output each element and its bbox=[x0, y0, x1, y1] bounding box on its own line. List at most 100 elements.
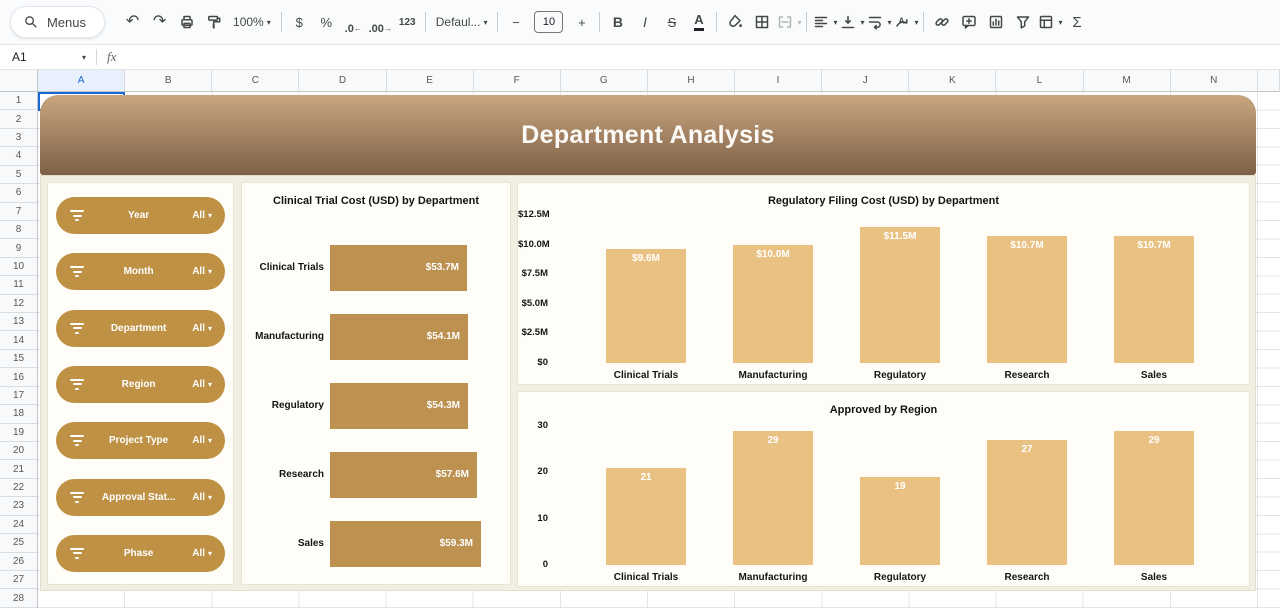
row-header-26[interactable]: 26 bbox=[0, 553, 37, 571]
text-rotation-button[interactable]: A ▾ bbox=[892, 9, 919, 35]
filter-value-dropdown[interactable]: All ▾ bbox=[192, 210, 212, 221]
functions-button[interactable]: Σ bbox=[1063, 9, 1090, 35]
row-header-20[interactable]: 20 bbox=[0, 442, 37, 460]
filter-value-dropdown[interactable]: All ▾ bbox=[192, 323, 212, 334]
format-percent-button[interactable]: % bbox=[313, 9, 340, 35]
row-header-7[interactable]: 7 bbox=[0, 203, 37, 221]
bold-button[interactable]: B bbox=[604, 9, 631, 35]
row-header-5[interactable]: 5 bbox=[0, 166, 37, 184]
plot-area: 010203021Clinical Trials29Manufacturing1… bbox=[518, 392, 1249, 586]
name-box[interactable]: A1 ▾ bbox=[0, 50, 86, 64]
row-header-15[interactable]: 15 bbox=[0, 350, 37, 368]
row-header-2[interactable]: 2 bbox=[0, 110, 37, 128]
row-header-4[interactable]: 4 bbox=[0, 147, 37, 165]
column-header-J[interactable]: J bbox=[822, 70, 909, 92]
filter-approval-stat-[interactable]: Approval Stat...All ▾ bbox=[56, 479, 225, 516]
row-header-25[interactable]: 25 bbox=[0, 534, 37, 552]
row-header-10[interactable]: 10 bbox=[0, 258, 37, 276]
column-header-M[interactable]: M bbox=[1084, 70, 1171, 92]
column-header-A[interactable]: A bbox=[38, 70, 125, 92]
column-header-N[interactable]: N bbox=[1171, 70, 1258, 92]
decrease-decimal-places-button[interactable]: .0 ← bbox=[340, 9, 367, 35]
insert-chart-button[interactable] bbox=[982, 9, 1009, 35]
zoom-select[interactable]: 100% ▾ bbox=[227, 9, 277, 35]
row-header-22[interactable]: 22 bbox=[0, 479, 37, 497]
select-all-corner[interactable] bbox=[0, 70, 38, 92]
font-size-input[interactable]: 10 bbox=[534, 11, 563, 33]
increase-decimal-places-button[interactable]: .00 → bbox=[367, 9, 394, 35]
spreadsheet-grid[interactable]: Department Analysis YearAll ▾ MonthAll ▾ D… bbox=[38, 92, 1280, 608]
strikethrough-button[interactable]: S bbox=[658, 9, 685, 35]
more-formats-button[interactable]: 123 bbox=[394, 9, 421, 35]
create-filter-button[interactable] bbox=[1009, 9, 1036, 35]
column-header-partial[interactable] bbox=[1258, 70, 1280, 92]
row-header-12[interactable]: 12 bbox=[0, 295, 37, 313]
chart-panel-approved-by-region[interactable]: Approved by Region 010203021Clinical Tri… bbox=[517, 391, 1250, 587]
column-header-B[interactable]: B bbox=[125, 70, 212, 92]
row-header-8[interactable]: 8 bbox=[0, 221, 37, 239]
filter-value-dropdown[interactable]: All ▾ bbox=[192, 266, 212, 277]
chart-panel-clinical-trial-cost[interactable]: Clinical Trial Cost (USD) by Department … bbox=[241, 182, 511, 585]
merge-cells-button[interactable]: ▾ bbox=[775, 9, 802, 35]
menus-search[interactable]: Menus bbox=[10, 6, 105, 38]
print-button[interactable] bbox=[173, 9, 200, 35]
column-header-F[interactable]: F bbox=[474, 70, 561, 92]
filter-month[interactable]: MonthAll ▾ bbox=[56, 253, 225, 290]
filter-project-type[interactable]: Project TypeAll ▾ bbox=[56, 422, 225, 459]
row-header-6[interactable]: 6 bbox=[0, 184, 37, 202]
italic-button[interactable]: I bbox=[631, 9, 658, 35]
row-header-11[interactable]: 11 bbox=[0, 276, 37, 294]
redo-button[interactable]: ↷ bbox=[146, 9, 173, 35]
filter-phase[interactable]: PhaseAll ▾ bbox=[56, 535, 225, 572]
row-header-9[interactable]: 9 bbox=[0, 239, 37, 257]
horizontal-align-button[interactable]: ▾ bbox=[811, 9, 838, 35]
row-header-28[interactable]: 28 bbox=[0, 589, 37, 607]
column-header-H[interactable]: H bbox=[648, 70, 735, 92]
table-button[interactable]: ▾ bbox=[1036, 9, 1063, 35]
column-header-E[interactable]: E bbox=[387, 70, 474, 92]
increase-font-size-button[interactable]: + bbox=[568, 9, 595, 35]
decrease-font-size-button[interactable]: − bbox=[502, 9, 529, 35]
filter-value-dropdown[interactable]: All ▾ bbox=[192, 548, 212, 559]
y-axis-tick-label: $7.5M bbox=[518, 268, 548, 279]
row-header-17[interactable]: 17 bbox=[0, 387, 37, 405]
vertical-align-button[interactable]: ▾ bbox=[838, 9, 865, 35]
fill-color-button[interactable] bbox=[721, 9, 748, 35]
row-header-24[interactable]: 24 bbox=[0, 516, 37, 534]
font-select[interactable]: Defaul... ▾ bbox=[430, 9, 494, 35]
filter-value-dropdown[interactable]: All ▾ bbox=[192, 492, 212, 503]
row-header-16[interactable]: 16 bbox=[0, 368, 37, 386]
column-header-C[interactable]: C bbox=[212, 70, 299, 92]
row-header-18[interactable]: 18 bbox=[0, 405, 37, 423]
dashboard-banner[interactable]: Department Analysis bbox=[40, 95, 1256, 175]
text-wrapping-button[interactable]: ▾ bbox=[865, 9, 892, 35]
filter-department[interactable]: DepartmentAll ▾ bbox=[56, 310, 225, 347]
undo-button[interactable]: ↶ bbox=[119, 9, 146, 35]
borders-button[interactable] bbox=[748, 9, 775, 35]
paint-format-button[interactable] bbox=[200, 9, 227, 35]
row-header-27[interactable]: 27 bbox=[0, 571, 37, 589]
row-header-21[interactable]: 21 bbox=[0, 460, 37, 478]
column-header-G[interactable]: G bbox=[561, 70, 648, 92]
row-header-13[interactable]: 13 bbox=[0, 313, 37, 331]
insert-comment-button[interactable] bbox=[955, 9, 982, 35]
chart-panel-regulatory-filing-cost[interactable]: Regulatory Filing Cost (USD) by Departme… bbox=[517, 182, 1250, 385]
filter-value-dropdown[interactable]: All ▾ bbox=[192, 379, 212, 390]
row-header-3[interactable]: 3 bbox=[0, 129, 37, 147]
insert-link-button[interactable] bbox=[928, 9, 955, 35]
row-header-14[interactable]: 14 bbox=[0, 331, 37, 349]
column-header-D[interactable]: D bbox=[299, 70, 386, 92]
row-header-23[interactable]: 23 bbox=[0, 497, 37, 515]
filter-region[interactable]: RegionAll ▾ bbox=[56, 366, 225, 403]
text-color-button[interactable]: A bbox=[685, 9, 712, 35]
y-axis-tick-label: $12.5M bbox=[518, 209, 548, 220]
column-header-L[interactable]: L bbox=[996, 70, 1083, 92]
x-axis-category-label: Research bbox=[967, 370, 1087, 381]
column-header-K[interactable]: K bbox=[909, 70, 996, 92]
filter-value-dropdown[interactable]: All ▾ bbox=[192, 435, 212, 446]
column-header-I[interactable]: I bbox=[735, 70, 822, 92]
format-currency-button[interactable]: $ bbox=[286, 9, 313, 35]
row-header-19[interactable]: 19 bbox=[0, 424, 37, 442]
row-header-1[interactable]: 1 bbox=[0, 92, 37, 110]
filter-year[interactable]: YearAll ▾ bbox=[56, 197, 225, 234]
